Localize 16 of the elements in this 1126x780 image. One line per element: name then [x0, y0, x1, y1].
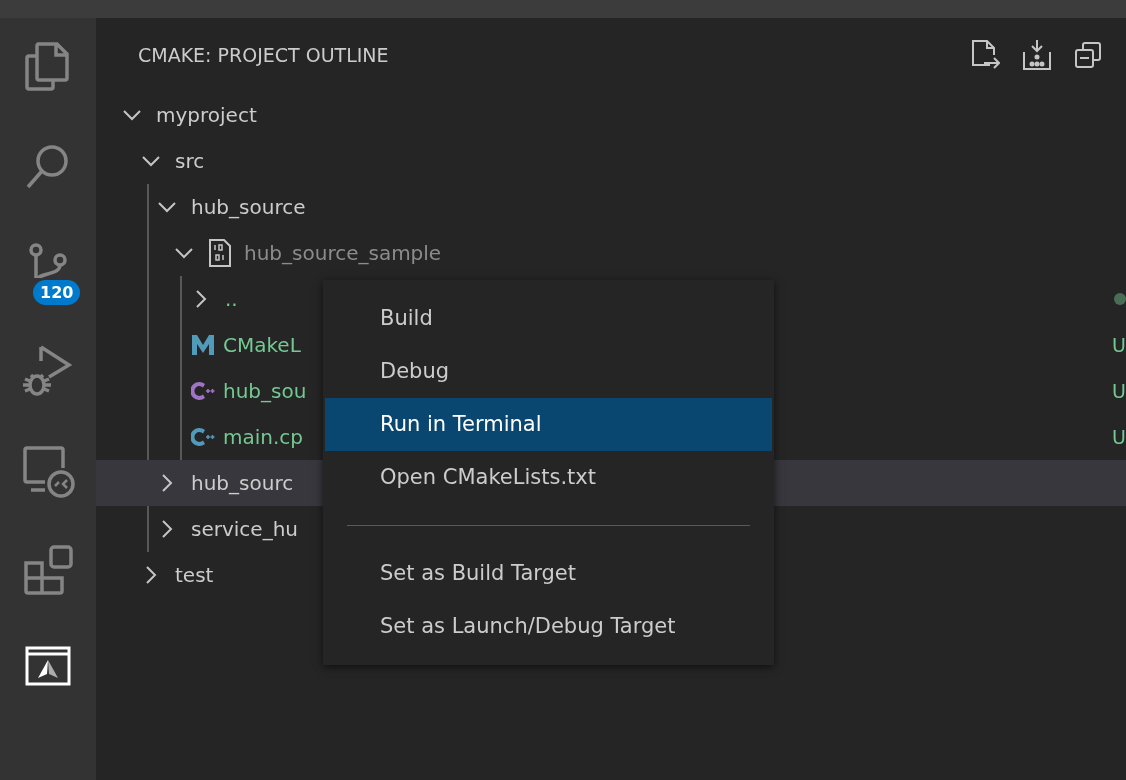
- count-badge: 120: [33, 280, 81, 305]
- tree-label: test: [175, 563, 214, 587]
- tree-label: hub_sourc: [191, 471, 294, 495]
- tree-label: myproject: [156, 103, 257, 127]
- tree-label: hub_source_sample: [244, 241, 442, 265]
- tree-label: hub_sou: [223, 379, 307, 403]
- status-letter: U: [1112, 380, 1126, 402]
- tree-label: ..: [225, 287, 238, 311]
- tree-label: service_hu: [191, 517, 298, 541]
- tree-label: CMakeL: [223, 333, 301, 357]
- panel-title: CMAKE: PROJECT OUTLINE: [138, 44, 389, 66]
- tree-label: src: [175, 149, 205, 173]
- tree-label: hub_source: [191, 195, 306, 219]
- status-letter: U: [1112, 334, 1126, 356]
- tree-label: main.cp: [223, 425, 304, 449]
- status-letter: U: [1112, 426, 1126, 448]
